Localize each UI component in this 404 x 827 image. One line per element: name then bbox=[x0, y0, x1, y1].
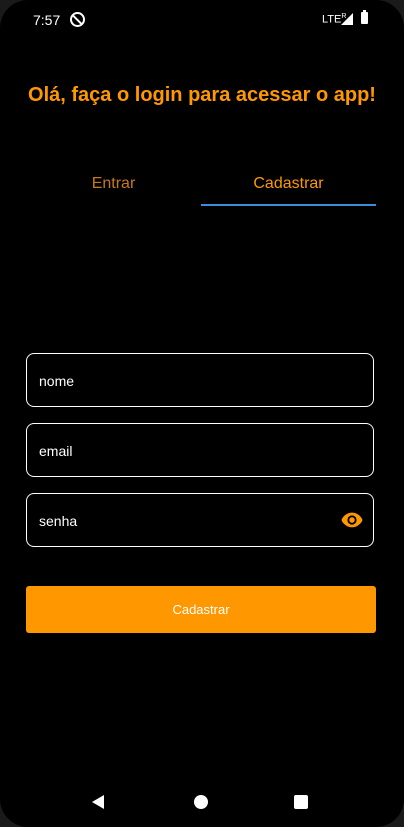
name-field-container bbox=[26, 353, 374, 408]
eye-icon[interactable] bbox=[341, 511, 363, 529]
home-icon[interactable] bbox=[194, 795, 208, 809]
back-icon[interactable] bbox=[92, 795, 104, 809]
password-input[interactable] bbox=[37, 494, 331, 548]
email-field-container bbox=[26, 423, 374, 478]
auth-tabs: Entrar Cadastrar bbox=[26, 170, 376, 208]
email-input[interactable] bbox=[37, 424, 331, 478]
tab-indicator bbox=[201, 204, 376, 206]
tab-entrar[interactable]: Entrar bbox=[26, 170, 201, 206]
phone-screen: 7:57 LTER Olá, faça o login para acessar… bbox=[0, 0, 404, 827]
status-time: 7:57 bbox=[33, 12, 61, 28]
recents-icon[interactable] bbox=[294, 795, 308, 809]
password-field-container bbox=[26, 493, 374, 548]
navigation-bar bbox=[0, 784, 404, 820]
tab-cadastrar[interactable]: Cadastrar bbox=[201, 170, 376, 206]
signal-icon bbox=[341, 13, 353, 25]
page-title: Olá, faça o login para acessar o app! bbox=[28, 84, 376, 106]
network-type-label: LTE bbox=[322, 13, 342, 26]
name-input[interactable] bbox=[37, 354, 331, 408]
app-notification-icon bbox=[70, 12, 85, 27]
register-button[interactable]: Cadastrar bbox=[26, 586, 376, 633]
battery-icon bbox=[361, 10, 368, 24]
status-bar: 7:57 LTER bbox=[0, 0, 404, 38]
